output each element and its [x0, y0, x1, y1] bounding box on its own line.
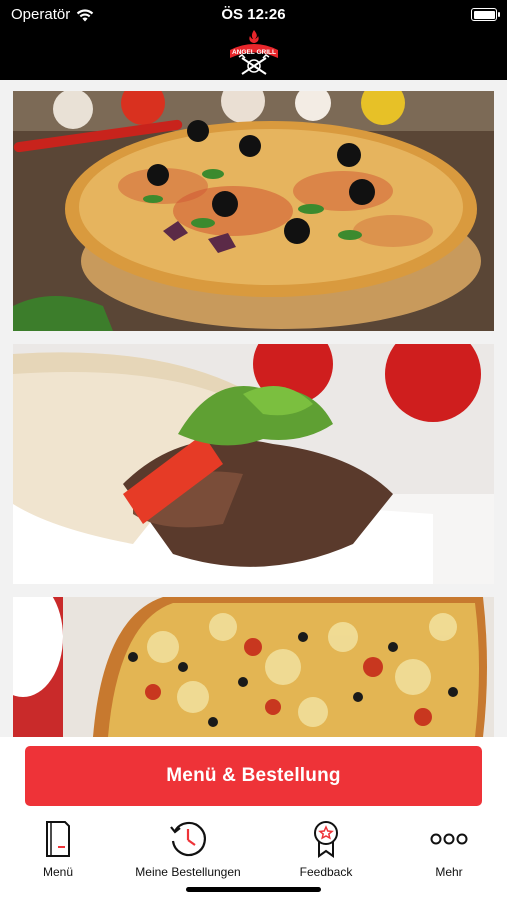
status-time: ÖS 12:26 — [221, 6, 286, 23]
history-clock-icon — [170, 821, 206, 857]
more-dots-icon — [430, 833, 468, 845]
tab-my-orders[interactable]: Meine Bestellungen — [128, 815, 248, 879]
menu-order-button[interactable]: Menü & Bestellung — [25, 746, 482, 806]
status-bar: Operatör ÖS 12:26 — [0, 0, 507, 30]
pizza-card[interactable] — [13, 91, 494, 331]
menu-book-icon — [46, 821, 70, 857]
logo-text: ANGEL GRILL — [232, 49, 276, 56]
app-header: Operatör ÖS 12:26 ANGEL GRILL — [0, 0, 507, 80]
angel-grill-logo: ANGEL GRILL — [230, 30, 278, 75]
app-screen: Operatör ÖS 12:26 ANGEL GRILL Menü & Bes… — [0, 0, 507, 900]
tab-menu[interactable]: Menü — [0, 815, 118, 879]
tab-bar: Menü Meine Bestellungen Feedback Mehr — [0, 815, 507, 885]
tab-feedback-label: Feedback — [299, 865, 353, 879]
tab-feedback[interactable]: Feedback — [266, 815, 386, 879]
tab-more[interactable]: Mehr — [389, 815, 507, 879]
pizza-2-image — [13, 597, 494, 737]
tab-more-label: Mehr — [435, 865, 463, 879]
battery-icon — [471, 8, 500, 21]
home-indicator[interactable] — [186, 887, 321, 892]
tab-menu-label: Menü — [42, 865, 74, 879]
doner-wrap-image — [13, 344, 494, 584]
award-ribbon-icon — [314, 821, 338, 858]
tab-my-orders-label: Meine Bestellungen — [135, 865, 241, 879]
doner-wrap-card[interactable] — [13, 344, 494, 584]
bottom-panel: Menü & Bestellung Menü Meine Bestellunge… — [0, 737, 507, 900]
pizza-2-card[interactable] — [13, 597, 494, 737]
pizza-image — [13, 91, 494, 331]
